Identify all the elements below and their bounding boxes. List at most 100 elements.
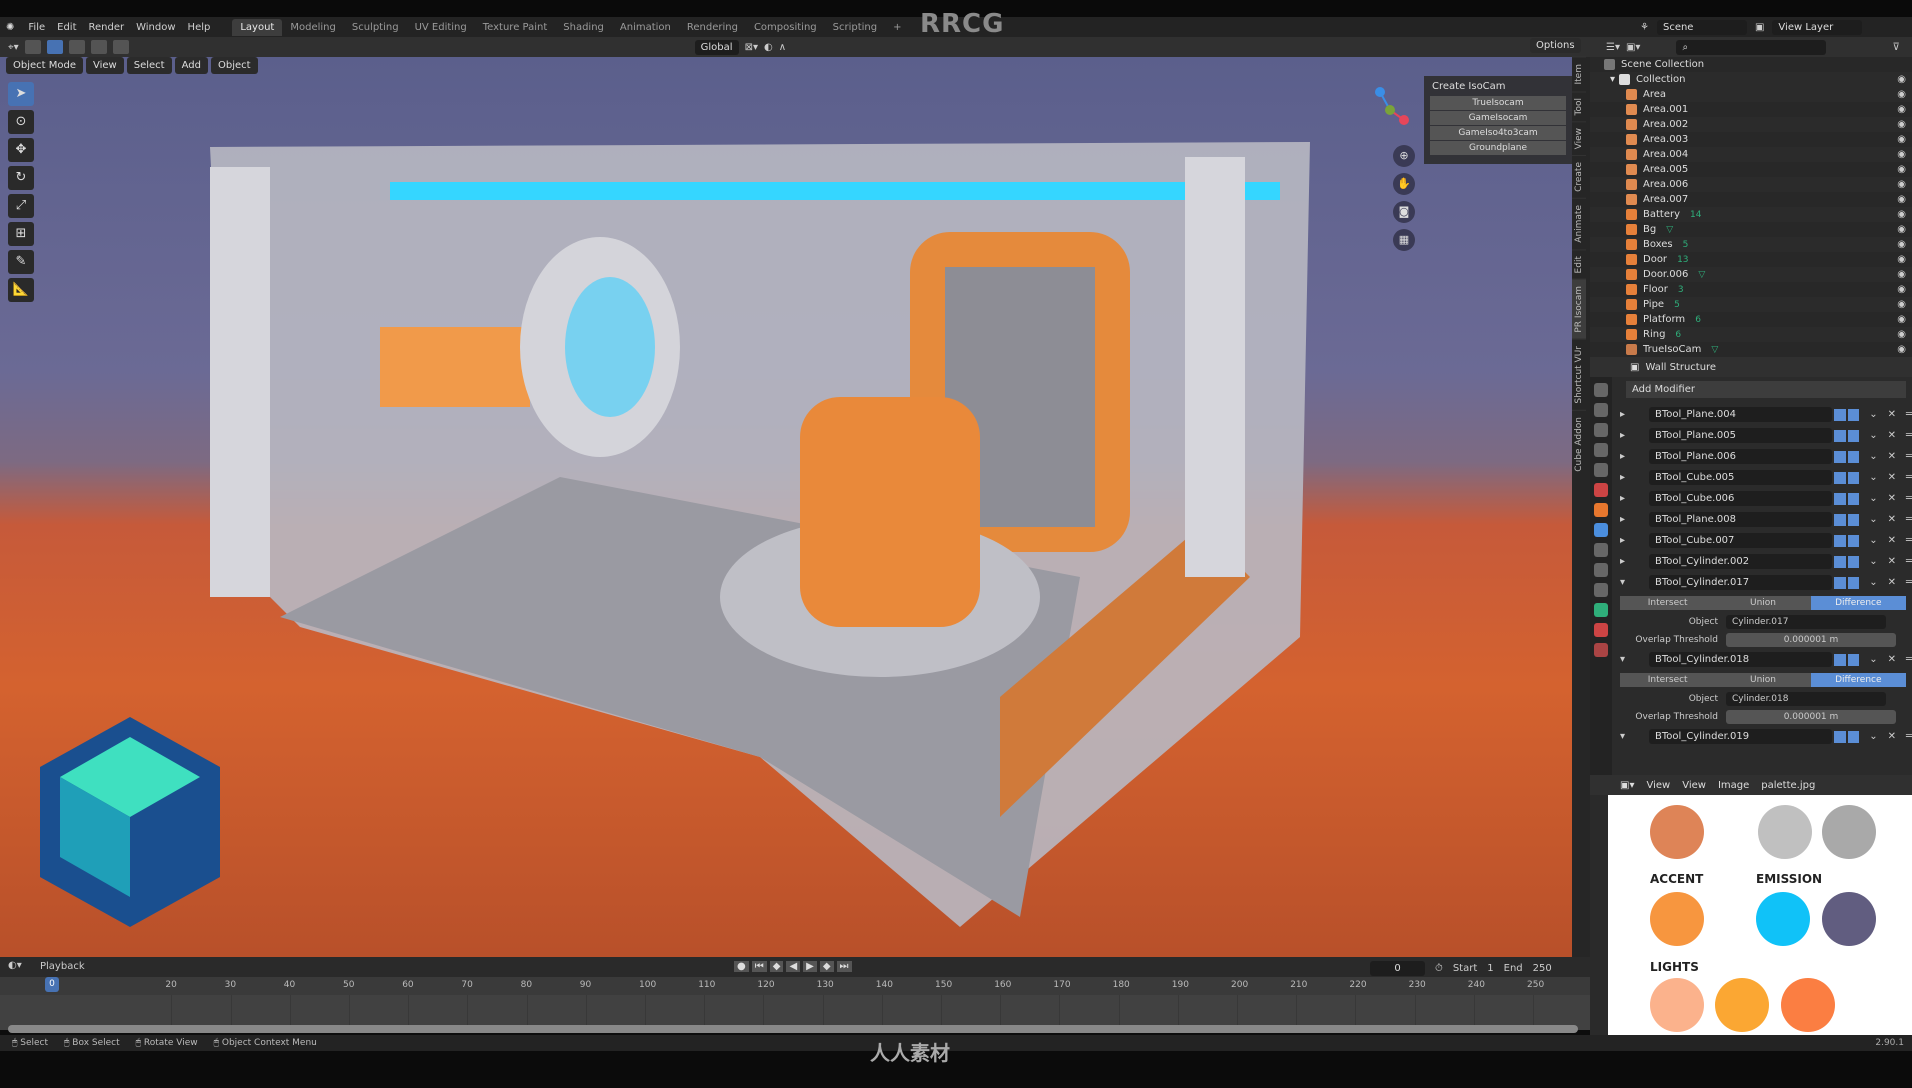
- stopwatch-icon[interactable]: ⏱: [1435, 963, 1443, 974]
- 3d-viewport[interactable]: [0, 57, 1572, 957]
- output-tab-icon[interactable]: [1594, 423, 1608, 437]
- delete-icon[interactable]: ✕: [1888, 472, 1896, 483]
- expand-arrow-icon[interactable]: ▸: [1620, 430, 1625, 441]
- editor-type-icon[interactable]: ⌖▾: [8, 42, 19, 53]
- delete-icon[interactable]: ✕: [1888, 535, 1896, 546]
- outliner-item[interactable]: Ring 6 ◉: [1590, 327, 1912, 342]
- drag-handle-icon[interactable]: ═: [1906, 731, 1912, 742]
- drag-handle-icon[interactable]: ═: [1906, 514, 1912, 525]
- modifier-header[interactable]: ▸ BTool_Plane.008 ⌄ ✕ ═: [1620, 509, 1912, 530]
- start-frame-field[interactable]: 1: [1487, 963, 1493, 974]
- expand-arrow-icon[interactable]: ▾: [1620, 731, 1625, 742]
- dropdown-icon[interactable]: ⌄: [1869, 472, 1877, 483]
- cursor-icon[interactable]: ⊙: [8, 110, 34, 134]
- dropdown-icon[interactable]: ⌄: [1869, 556, 1877, 567]
- timeline-editor-icon[interactable]: ◐▾: [8, 960, 22, 971]
- modifier-name[interactable]: BTool_Cylinder.002: [1649, 554, 1832, 569]
- menu-edit[interactable]: Edit: [51, 20, 82, 35]
- delete-icon[interactable]: ✕: [1888, 409, 1896, 420]
- transform-orientation-dropdown[interactable]: Global: [694, 39, 739, 55]
- render-toggle-icon[interactable]: [1847, 653, 1860, 666]
- eye-icon[interactable]: ◉: [1897, 179, 1906, 190]
- dropdown-icon[interactable]: ⌄: [1869, 451, 1877, 462]
- viewport-toggle-icon[interactable]: [1833, 408, 1846, 421]
- eye-icon[interactable]: ◉: [1897, 239, 1906, 250]
- modifier-header[interactable]: ▸ BTool_Cube.006 ⌄ ✕ ═: [1620, 488, 1912, 509]
- sidebar-tab-cube-addon[interactable]: Cube Addon: [1572, 409, 1586, 478]
- outliner-item[interactable]: Area.004 ◉: [1590, 147, 1912, 162]
- eye-icon[interactable]: ◉: [1897, 314, 1906, 325]
- render-toggle-icon[interactable]: [1847, 492, 1860, 505]
- modifier-header[interactable]: ▸ BTool_Cube.007 ⌄ ✕ ═: [1620, 530, 1912, 551]
- object-field[interactable]: Cylinder.017: [1726, 615, 1886, 629]
- dropdown-icon[interactable]: ⌄: [1869, 493, 1877, 504]
- outliner-item[interactable]: Area.003 ◉: [1590, 132, 1912, 147]
- annotate-icon[interactable]: ✎: [8, 250, 34, 274]
- eye-icon[interactable]: ◉: [1897, 284, 1906, 295]
- operation-intersect[interactable]: Intersect: [1620, 596, 1716, 610]
- viewport-toggle-icon[interactable]: [1833, 471, 1846, 484]
- modifier-name[interactable]: BTool_Plane.008: [1649, 512, 1832, 527]
- drag-handle-icon[interactable]: ═: [1906, 535, 1912, 546]
- delete-icon[interactable]: ✕: [1888, 731, 1896, 742]
- render-toggle-icon[interactable]: [1847, 408, 1860, 421]
- object-tab-icon[interactable]: [1594, 503, 1608, 517]
- outliner-item[interactable]: Battery 14 ◉: [1590, 207, 1912, 222]
- texture-tab-icon[interactable]: [1594, 643, 1608, 657]
- outliner-item[interactable]: Bg ▽ ◉: [1590, 222, 1912, 237]
- drag-handle-icon[interactable]: ═: [1906, 654, 1912, 665]
- drag-handle-icon[interactable]: ═: [1906, 409, 1912, 420]
- select-mode-invert-icon[interactable]: [112, 40, 129, 54]
- record-icon[interactable]: ●: [734, 961, 749, 972]
- delete-icon[interactable]: ✕: [1888, 556, 1896, 567]
- viewport-toggle-icon[interactable]: [1833, 534, 1846, 547]
- outliner-item[interactable]: Area.005 ◉: [1590, 162, 1912, 177]
- image-menu-view[interactable]: View: [1682, 780, 1706, 791]
- image-menu-image[interactable]: Image: [1718, 780, 1749, 791]
- outliner-item[interactable]: TrueIsoCam ▽ ◉: [1590, 342, 1912, 357]
- viewport-toggle-icon[interactable]: [1833, 730, 1846, 743]
- viewport-toggle-icon[interactable]: [1833, 492, 1846, 505]
- modifier-header[interactable]: ▾ BTool_Cylinder.018 ⌄ ✕ ═: [1620, 649, 1912, 670]
- blender-logo-icon[interactable]: ✺: [6, 22, 14, 33]
- eye-icon[interactable]: ◉: [1897, 254, 1906, 265]
- delete-icon[interactable]: ✕: [1888, 451, 1896, 462]
- modifier-tab-icon[interactable]: [1594, 523, 1608, 537]
- modifier-header[interactable]: ▸ BTool_Cube.005 ⌄ ✕ ═: [1620, 467, 1912, 488]
- tab-shading[interactable]: Shading: [555, 19, 612, 36]
- outliner-item[interactable]: Area ◉: [1590, 87, 1912, 102]
- tab-layout[interactable]: Layout: [232, 18, 283, 36]
- operation-intersect[interactable]: Intersect: [1620, 673, 1716, 687]
- render-tab-icon[interactable]: [1594, 403, 1608, 417]
- next-keyframe-icon[interactable]: ◆: [819, 961, 834, 972]
- outliner-item[interactable]: Boxes 5 ◉: [1590, 237, 1912, 252]
- viewport-menu-add[interactable]: Add: [174, 57, 208, 74]
- expand-arrow-icon[interactable]: ▸: [1620, 451, 1625, 462]
- playback-dropdown[interactable]: Playback: [40, 961, 85, 972]
- view-layer-tab-icon[interactable]: [1594, 443, 1608, 457]
- render-toggle-icon[interactable]: [1847, 730, 1860, 743]
- tab-sculpting[interactable]: Sculpting: [344, 19, 407, 36]
- outliner-item[interactable]: Area.007 ◉: [1590, 192, 1912, 207]
- viewport-toggle-icon[interactable]: [1833, 450, 1846, 463]
- tab-rendering[interactable]: Rendering: [679, 19, 746, 36]
- options-dropdown[interactable]: Options: [1530, 38, 1581, 53]
- operation-union[interactable]: Union: [1715, 673, 1811, 687]
- eye-icon[interactable]: ◉: [1897, 134, 1906, 145]
- viewport-toggle-icon[interactable]: [1833, 513, 1846, 526]
- display-mode-icon[interactable]: ☰▾: [1606, 42, 1620, 53]
- modifier-header[interactable]: ▸ BTool_Cylinder.002 ⌄ ✕ ═: [1620, 551, 1912, 572]
- outliner-search-input[interactable]: ⌕: [1676, 39, 1827, 55]
- world-tab-icon[interactable]: [1594, 483, 1608, 497]
- outliner-item[interactable]: Platform 6 ◉: [1590, 312, 1912, 327]
- tab-scripting[interactable]: Scripting: [825, 19, 885, 36]
- eye-icon[interactable]: ◉: [1897, 74, 1906, 85]
- editor-type-icon[interactable]: ▣▾: [1620, 780, 1634, 791]
- dropdown-icon[interactable]: ⌄: [1869, 535, 1877, 546]
- modifier-name[interactable]: BTool_Cube.006: [1649, 491, 1832, 506]
- modifier-name[interactable]: BTool_Plane.006: [1649, 449, 1832, 464]
- eye-icon[interactable]: ◉: [1897, 89, 1906, 100]
- rotate-icon[interactable]: ↻: [8, 166, 34, 190]
- render-toggle-icon[interactable]: [1847, 471, 1860, 484]
- expand-arrow-icon[interactable]: ▾: [1610, 74, 1615, 85]
